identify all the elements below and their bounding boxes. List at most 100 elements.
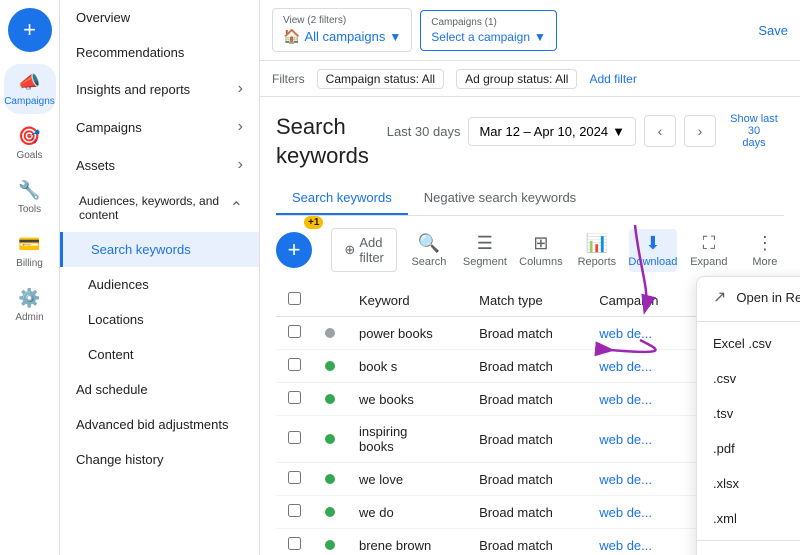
row-checkbox[interactable]	[288, 391, 301, 404]
cell-keyword: brene brown	[347, 529, 467, 555]
status-dot	[325, 540, 335, 550]
add-filter-label: Add filter	[359, 235, 384, 265]
segment-icon: ☰	[477, 233, 493, 254]
sidebar-item-audiences[interactable]: Audiences	[60, 267, 259, 302]
ad-group-status-label: Ad group status: All	[465, 72, 568, 86]
sidebar-item-change-history[interactable]: Change history	[60, 442, 259, 477]
admin-icon: ⚙️	[18, 286, 42, 310]
sidebar-item-ad-schedule[interactable]: Ad schedule	[60, 372, 259, 407]
segment-button[interactable]: ☰ Segment	[461, 229, 509, 272]
sidebar-item-recommendations[interactable]: Recommendations	[60, 35, 259, 70]
chevron-up-icon: ⌃	[230, 198, 243, 218]
more-button[interactable]: ⋮ More	[741, 229, 789, 272]
sidebar-item-overview[interactable]: Overview	[60, 0, 259, 35]
save-button[interactable]: Save	[758, 23, 788, 38]
campaigns-icon: 📣	[18, 70, 42, 94]
rail-item-admin[interactable]: ⚙️ Admin	[4, 280, 56, 330]
chevron-down-icon: ›	[238, 156, 243, 174]
sidebar-item-insights[interactable]: Insights and reports ›	[60, 70, 259, 108]
download-button[interactable]: ⬇ Download	[629, 229, 677, 272]
row-checkbox[interactable]	[288, 504, 301, 517]
row-checkbox[interactable]	[288, 471, 301, 484]
prev-date-button[interactable]: ‹	[644, 115, 676, 147]
cell-campaign[interactable]: web de...	[587, 383, 689, 416]
sidebar-item-locations[interactable]: Locations	[60, 302, 259, 337]
dropdown-excel-csv[interactable]: Excel .csv	[697, 326, 800, 361]
dropdown-tsv[interactable]: .tsv	[697, 396, 800, 431]
row-checkbox[interactable]	[288, 358, 301, 371]
next-date-button[interactable]: ›	[684, 115, 716, 147]
dropdown-xml[interactable]: .xml	[697, 501, 800, 536]
row-checkbox[interactable]	[288, 325, 301, 338]
sidebar-label-ad-schedule: Ad schedule	[76, 382, 148, 397]
cell-keyword: we do	[347, 496, 467, 529]
dropdown-pdf[interactable]: .pdf	[697, 431, 800, 466]
rail-item-billing[interactable]: 💳 Billing	[4, 226, 56, 276]
search-tool-button[interactable]: 🔍 Search	[405, 229, 453, 272]
rail-label-billing: Billing	[16, 258, 43, 270]
sidebar-item-audiences-keywords[interactable]: Audiences, keywords, and content ⌃	[60, 184, 259, 232]
xml-label: .xml	[713, 511, 737, 526]
sidebar-label-overview: Overview	[76, 10, 130, 25]
chevron-down-icon: ›	[238, 80, 243, 98]
tab-negative-search[interactable]: Negative search keywords	[408, 182, 592, 215]
cell-campaign[interactable]: web de...	[587, 350, 689, 383]
create-button[interactable]: +	[8, 8, 52, 52]
tsv-label: .tsv	[713, 406, 733, 421]
download-dropdown: ↗ Open in Report Editor Excel .csv .csv …	[696, 276, 800, 555]
columns-button[interactable]: ⊞ Columns	[517, 229, 565, 272]
add-filter-link[interactable]: Add filter	[589, 72, 636, 86]
rail-item-tools[interactable]: 🔧 Tools	[4, 172, 56, 222]
rail-item-goals[interactable]: 🎯 Goals	[4, 118, 56, 168]
save-area: Save	[758, 23, 788, 38]
rail-label-tools: Tools	[18, 204, 41, 216]
sidebar-item-bid-adj[interactable]: Advanced bid adjustments	[60, 407, 259, 442]
status-dot	[325, 361, 335, 371]
dropdown-xlsx[interactable]: .xlsx	[697, 466, 800, 501]
campaign-status-filter[interactable]: Campaign status: All	[317, 69, 444, 89]
cell-campaign[interactable]: web de...	[587, 317, 689, 350]
date-picker[interactable]: Mar 12 – Apr 10, 2024 ▼	[468, 117, 636, 146]
cell-campaign[interactable]: web de...	[587, 529, 689, 555]
expand-button[interactable]: ⛶ Expand	[685, 229, 733, 272]
open-report-label: Open in Report Editor	[736, 290, 800, 305]
ad-group-status-filter[interactable]: Ad group status: All	[456, 69, 577, 89]
content-area: Searchkeywords Last 30 days Mar 12 – Apr…	[260, 97, 800, 555]
view-selector[interactable]: View (2 filters) 🏠 All campaigns ▼	[272, 8, 412, 52]
sidebar-item-content[interactable]: Content	[60, 337, 259, 372]
select-all-checkbox[interactable]	[288, 292, 301, 305]
rail-label-admin: Admin	[15, 312, 43, 324]
open-report-icon: ↗	[713, 287, 726, 307]
row-checkbox[interactable]	[288, 431, 301, 444]
status-dot	[325, 507, 335, 517]
toolbar: + +1 ⊕ Add filter 🔍 Search ☰ Segment ⊞ C…	[276, 228, 784, 272]
reports-button[interactable]: 📊 Reports	[573, 229, 621, 272]
sidebar-label-search-keywords: Search keywords	[91, 242, 191, 257]
filter-bar: Filters Campaign status: All Ad group st…	[260, 61, 800, 97]
sidebar-item-campaigns[interactable]: Campaigns ›	[60, 108, 259, 146]
sidebar-item-assets[interactable]: Assets ›	[60, 146, 259, 184]
columns-icon: ⊞	[533, 233, 548, 254]
campaign-selector[interactable]: Campaigns (1) Select a campaign ▼	[420, 10, 557, 51]
sidebar-item-search-keywords[interactable]: Search keywords	[60, 232, 259, 267]
row-checkbox[interactable]	[288, 537, 301, 550]
add-button[interactable]: +	[276, 232, 312, 268]
cell-campaign[interactable]: web de...	[587, 416, 689, 463]
view-label: View (2 filters)	[283, 15, 401, 26]
tools-icon: 🔧	[18, 178, 42, 202]
tab-search-keywords[interactable]: Search keywords	[276, 182, 408, 215]
cell-campaign[interactable]: web de...	[587, 496, 689, 529]
cell-keyword: inspiring books	[347, 416, 467, 463]
reports-label: Reports	[578, 256, 617, 268]
add-filter-button[interactable]: ⊕ Add filter	[331, 228, 396, 272]
cell-match-type: Broad match	[467, 416, 587, 463]
cell-match-type: Broad match	[467, 383, 587, 416]
cell-campaign[interactable]: web de...	[587, 463, 689, 496]
dropdown-google-sheets[interactable]: Google Sheets	[697, 545, 800, 555]
reports-icon: 📊	[586, 233, 608, 254]
segment-label: Segment	[463, 256, 507, 268]
dropdown-csv[interactable]: .csv	[697, 361, 800, 396]
rail-item-campaigns[interactable]: 📣 Campaigns	[4, 64, 56, 114]
dropdown-open-report[interactable]: ↗ Open in Report Editor	[697, 277, 800, 317]
dropdown-divider-1	[697, 321, 800, 322]
